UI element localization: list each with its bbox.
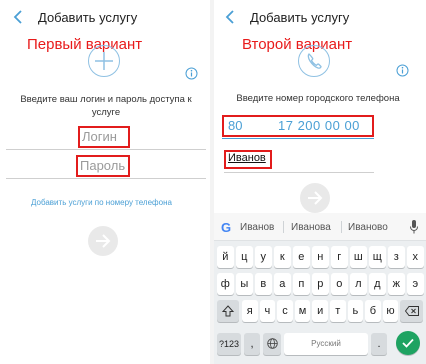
- name-underline: [224, 172, 374, 173]
- key-э[interactable]: э: [407, 273, 424, 295]
- screen-first-variant: Добавить услугу Первый вариант Введите в…: [0, 0, 210, 364]
- key-в[interactable]: в: [255, 273, 272, 295]
- phone-underline: [222, 138, 374, 139]
- arrow-right-icon: [308, 191, 323, 205]
- key-л[interactable]: л: [350, 273, 367, 295]
- phone-prompt: Введите номер городского телефона: [236, 93, 400, 104]
- page-title: Добавить услугу: [250, 10, 350, 25]
- back-arrow-icon[interactable]: [222, 8, 238, 26]
- mic-icon[interactable]: [410, 220, 418, 234]
- key-у[interactable]: у: [255, 246, 272, 268]
- key-ч[interactable]: ч: [259, 300, 276, 322]
- key-н[interactable]: н: [312, 246, 329, 268]
- back-arrow-icon[interactable]: [10, 8, 26, 26]
- comma-key[interactable]: ,: [244, 333, 260, 355]
- key-ю[interactable]: ю: [382, 300, 399, 322]
- check-icon: [402, 338, 414, 348]
- key-й[interactable]: й: [217, 246, 234, 268]
- key-ж[interactable]: ж: [388, 273, 405, 295]
- password-underline: [6, 178, 206, 179]
- google-icon[interactable]: G: [221, 220, 231, 235]
- backspace-key[interactable]: [400, 300, 423, 322]
- key-б[interactable]: б: [365, 300, 381, 322]
- symbols-key[interactable]: ?123: [217, 333, 241, 355]
- key-п[interactable]: п: [293, 273, 310, 295]
- period-key[interactable]: .: [371, 333, 387, 355]
- suggestion-2[interactable]: Иванова: [291, 222, 331, 233]
- shift-icon: [221, 305, 235, 317]
- info-icon[interactable]: [396, 64, 409, 77]
- suggestion-3[interactable]: Иваново: [348, 222, 388, 233]
- password-field[interactable]: Пароль: [80, 158, 125, 173]
- plus-circle-icon[interactable]: [88, 45, 120, 77]
- phone-number-field[interactable]: 17 200 00 00: [278, 118, 360, 133]
- key-г[interactable]: г: [331, 246, 348, 268]
- globe-icon: [266, 338, 278, 349]
- page-title: Добавить услугу: [38, 10, 138, 25]
- key-и[interactable]: и: [312, 300, 328, 322]
- screen-second-variant: Добавить услугу Второй вариант Введите н…: [214, 0, 426, 364]
- key-с[interactable]: с: [277, 300, 293, 322]
- add-by-phone-link[interactable]: Добавить услуги по номеру телефона: [31, 198, 172, 207]
- key-о[interactable]: о: [331, 273, 348, 295]
- key-к[interactable]: к: [274, 246, 291, 268]
- arrow-right-icon: [96, 234, 111, 248]
- login-underline: [6, 149, 206, 150]
- next-button[interactable]: [300, 183, 330, 213]
- next-button[interactable]: [88, 226, 118, 256]
- phone-circle-icon[interactable]: [298, 45, 330, 77]
- globe-key[interactable]: [263, 333, 281, 355]
- variant-label: Первый вариант: [27, 36, 143, 53]
- space-key[interactable]: Русский: [284, 333, 368, 355]
- onscreen-keyboard: G Иванов Иванова Иваново йцукенгшщзх фыв…: [214, 213, 426, 364]
- key-а[interactable]: а: [274, 273, 291, 295]
- login-prompt: Введите ваш логин и пароль доступа к усл…: [20, 94, 192, 118]
- suggestion-divider: [283, 221, 284, 233]
- name-field[interactable]: Иванов: [228, 152, 266, 164]
- suggestion-1[interactable]: Иванов: [240, 222, 274, 233]
- suggestion-divider: [341, 221, 342, 233]
- key-т[interactable]: т: [330, 300, 346, 322]
- key-щ[interactable]: щ: [369, 246, 386, 268]
- key-д[interactable]: д: [369, 273, 386, 295]
- shift-key[interactable]: [217, 300, 239, 322]
- key-ф[interactable]: ф: [217, 273, 234, 295]
- key-х[interactable]: х: [407, 246, 424, 268]
- phone-code[interactable]: 80: [228, 118, 242, 133]
- key-м[interactable]: м: [294, 300, 311, 322]
- key-ь[interactable]: ь: [347, 300, 364, 322]
- key-з[interactable]: з: [388, 246, 405, 268]
- suggestion-bar: G Иванов Иванова Иваново: [214, 213, 426, 241]
- key-ы[interactable]: ы: [236, 273, 253, 295]
- info-icon[interactable]: [185, 67, 198, 80]
- key-р[interactable]: р: [312, 273, 329, 295]
- enter-key[interactable]: [396, 331, 420, 355]
- key-ц[interactable]: ц: [236, 246, 253, 268]
- backspace-icon: [404, 306, 419, 316]
- key-е[interactable]: е: [293, 246, 310, 268]
- key-ш[interactable]: ш: [350, 246, 367, 268]
- login-field[interactable]: Логин: [82, 129, 117, 144]
- key-я[interactable]: я: [242, 300, 258, 322]
